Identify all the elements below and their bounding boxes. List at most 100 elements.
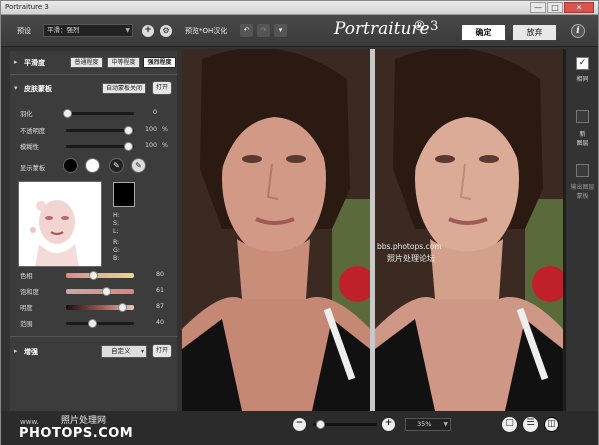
new-layer-checkbox[interactable]: [576, 110, 589, 123]
enhance-title: 增强: [24, 348, 38, 356]
single-view-icon[interactable]: ▢: [502, 417, 517, 432]
hue-label: 色相: [20, 273, 33, 280]
cancel-button[interactable]: 放弃: [512, 24, 557, 41]
mask-label: 蒙板: [576, 193, 589, 200]
ok-button[interactable]: 确定: [461, 24, 506, 41]
saturation-value: 61: [155, 287, 164, 294]
mask-preview: [18, 181, 102, 267]
normal-level-button[interactable]: 普通程度: [70, 57, 103, 68]
zoom-out-icon[interactable]: −: [293, 418, 306, 431]
auto-mask-button[interactable]: 自动蒙板关闭: [102, 83, 146, 94]
retouched-photo: bbs.photops.com 照片处理论坛: [375, 49, 563, 411]
hue-slider[interactable]: [89, 271, 98, 280]
skin-mask-title: 皮肤蒙板: [24, 85, 52, 93]
fuzziness-slider[interactable]: [124, 142, 133, 151]
divider: [10, 336, 177, 337]
help-icon[interactable]: i: [571, 24, 585, 38]
preset-value: 平滑：强烈: [47, 26, 80, 34]
history-dropdown-button[interactable]: ▾: [274, 24, 287, 37]
white-swatch[interactable]: [85, 158, 100, 173]
gear-icon[interactable]: ⚙: [160, 25, 172, 37]
add-preset-button[interactable]: +: [142, 25, 154, 37]
black-swatch[interactable]: [63, 158, 78, 173]
chevron-down-icon: ▾: [140, 348, 144, 355]
feather-slider[interactable]: [63, 109, 72, 118]
maximize-button[interactable]: □: [547, 2, 563, 13]
divider: [10, 74, 177, 75]
logo-cn-text: 照片处理网: [61, 416, 107, 426]
r-readout: R:: [113, 239, 120, 246]
zoom-value: 35%: [417, 420, 432, 428]
opacity-value: 100: [144, 126, 157, 133]
expand-arrow-icon[interactable]: ▾: [14, 84, 18, 92]
show-mask-label: 显示蒙板: [20, 165, 46, 172]
title-bar: Portraiture 3 — □ ✕: [1, 1, 598, 15]
settings-panel: ▸ 平滑度 普通程度 中等程度 强烈程度 ▾ 皮肤蒙板 自动蒙板关闭 打开 羽化…: [10, 51, 177, 411]
portrait-retouched: [375, 49, 563, 411]
g-readout: G:: [113, 247, 121, 254]
fuzziness-value: 100: [144, 142, 157, 149]
saturation-slider[interactable]: [102, 287, 111, 296]
output-layer-label: 输出图层: [570, 184, 595, 191]
saturation-track: [66, 289, 134, 294]
horizontal-split-icon[interactable]: ☰: [523, 417, 538, 432]
preset-select[interactable]: 平滑：强烈 ▼: [43, 24, 133, 37]
eyedropper-icon[interactable]: ✎: [109, 158, 124, 173]
medium-level-button[interactable]: 中等程度: [107, 57, 140, 68]
l-readout: L:: [113, 228, 119, 235]
same-label: 相同: [576, 76, 589, 83]
s-readout: S:: [113, 220, 120, 227]
chevron-down-icon: ▼: [443, 421, 448, 428]
feather-track: [66, 112, 134, 115]
logo-www: www.: [20, 418, 39, 426]
original-photo: [182, 49, 370, 411]
same-checkbox[interactable]: ✓: [576, 57, 589, 70]
new-label: 新: [579, 131, 586, 138]
chevron-down-icon: ▼: [125, 27, 130, 34]
undo-icon[interactable]: ↶: [240, 24, 253, 37]
enhance-preset-value: 自定义: [111, 347, 131, 355]
range-track: [66, 322, 134, 325]
preview-label: 预览*OH汉化: [185, 27, 228, 35]
collapse-arrow-icon[interactable]: ▸: [14, 58, 18, 66]
brand-version: ® 3: [413, 19, 439, 34]
skin-open-button[interactable]: 打开: [152, 81, 172, 95]
zoom-slider[interactable]: [316, 420, 325, 429]
selected-color-swatch: [113, 182, 135, 207]
vertical-split-icon[interactable]: ◫: [544, 417, 559, 432]
opacity-slider[interactable]: [124, 126, 133, 135]
minimize-button[interactable]: —: [530, 2, 546, 13]
enhance-open-button[interactable]: 打开: [152, 344, 172, 358]
watermark-site: bbs.photops.com: [377, 242, 442, 251]
toolbar: 预设 平滑：强烈 ▼ + ⚙ 预览*OH汉化 ↶ ↷ ▾ Portraiture …: [1, 15, 598, 47]
zoom-in-icon[interactable]: +: [382, 418, 395, 431]
range-slider[interactable]: [88, 319, 97, 328]
split-divider[interactable]: [370, 49, 375, 411]
feather-value: 0: [152, 109, 157, 116]
image-preview-area: bbs.photops.com 照片处理论坛: [182, 49, 566, 411]
bottom-bar: 照片处理网 www. PHOTOPS.COM − + 35% ▼ ▢ ☰ ◫: [1, 411, 598, 445]
opacity-pct: %: [162, 126, 168, 133]
zoom-select[interactable]: 35% ▼: [405, 418, 451, 431]
feather-label: 羽化: [20, 111, 33, 118]
saturation-label: 饱和度: [20, 289, 39, 296]
fuzziness-pct: %: [162, 142, 168, 149]
portrait-original: [182, 49, 370, 411]
eyedropper-plus-icon[interactable]: ✎: [131, 158, 146, 173]
hue-value: 80: [155, 271, 164, 278]
collapse-arrow-icon[interactable]: ▸: [14, 347, 18, 355]
brightness-slider[interactable]: [118, 303, 127, 312]
range-value: 40: [155, 319, 164, 326]
close-button[interactable]: ✕: [564, 2, 594, 13]
output-mask-checkbox[interactable]: [576, 164, 589, 177]
brightness-value: 87: [155, 303, 164, 310]
strong-level-button[interactable]: 强烈程度: [143, 57, 176, 68]
brightness-label: 明度: [20, 305, 33, 312]
enhance-preset-select[interactable]: 自定义 ▾: [101, 345, 147, 358]
h-readout: H:: [113, 212, 120, 219]
hue-track: [66, 273, 134, 278]
range-label: 范围: [20, 321, 33, 328]
b-readout: B:: [113, 255, 120, 262]
redo-icon[interactable]: ↷: [257, 24, 270, 37]
window-title: Portraiture 3: [5, 3, 49, 11]
